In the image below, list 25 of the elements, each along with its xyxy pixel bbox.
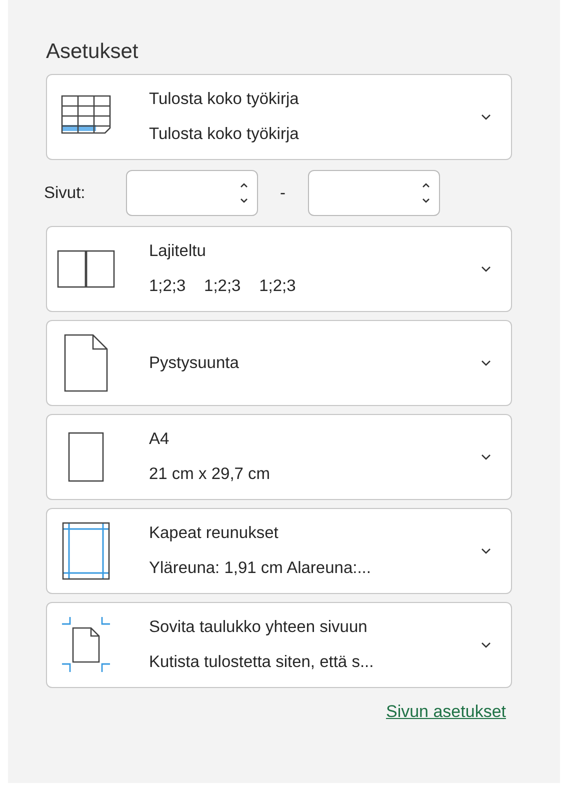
print-setting-dropdown[interactable]: Lajiteltu 1;2;3 1;2;3 1;2;3 xyxy=(46,226,512,312)
section-title: Asetukset xyxy=(46,40,140,64)
spinner-arrows-icon[interactable] xyxy=(420,181,430,205)
print-setting-dropdown[interactable]: Kapeat reunukset Yläreuna: 1,91 cm Alareuna:... xyxy=(46,508,512,594)
page-setup-link[interactable]: Sivun asetukset xyxy=(386,702,506,722)
page-icon xyxy=(64,334,108,392)
pages-label: Sivut: xyxy=(44,184,86,202)
page-icon xyxy=(68,432,104,482)
fit-to-page-icon xyxy=(61,616,111,674)
chevron-icon xyxy=(481,114,491,120)
print-setting-dropdown[interactable]: Tulosta koko työkirja Tulosta koko työkirja xyxy=(46,74,512,160)
range-separator: - xyxy=(280,184,286,202)
chevron-icon xyxy=(481,266,491,272)
print-setting-dropdown[interactable]: A4 21 cm x 29,7 cm xyxy=(46,414,512,500)
print-setting-dropdown[interactable]: Sovita taulukko yhteen sivuun Kutista tulostetta siten, että s... xyxy=(46,602,512,688)
chevron-icon xyxy=(481,360,491,366)
spinner-arrows-icon[interactable] xyxy=(239,181,249,205)
chevron-icon xyxy=(481,642,491,648)
two-pages-icon xyxy=(57,250,115,288)
print-setting-dropdown[interactable]: Pystysuunta xyxy=(46,320,512,406)
chevron-icon xyxy=(481,454,491,460)
margins-icon xyxy=(62,522,110,580)
spin-field[interactable] xyxy=(308,170,440,216)
chevron-icon xyxy=(481,548,491,554)
spin-field[interactable] xyxy=(126,170,258,216)
